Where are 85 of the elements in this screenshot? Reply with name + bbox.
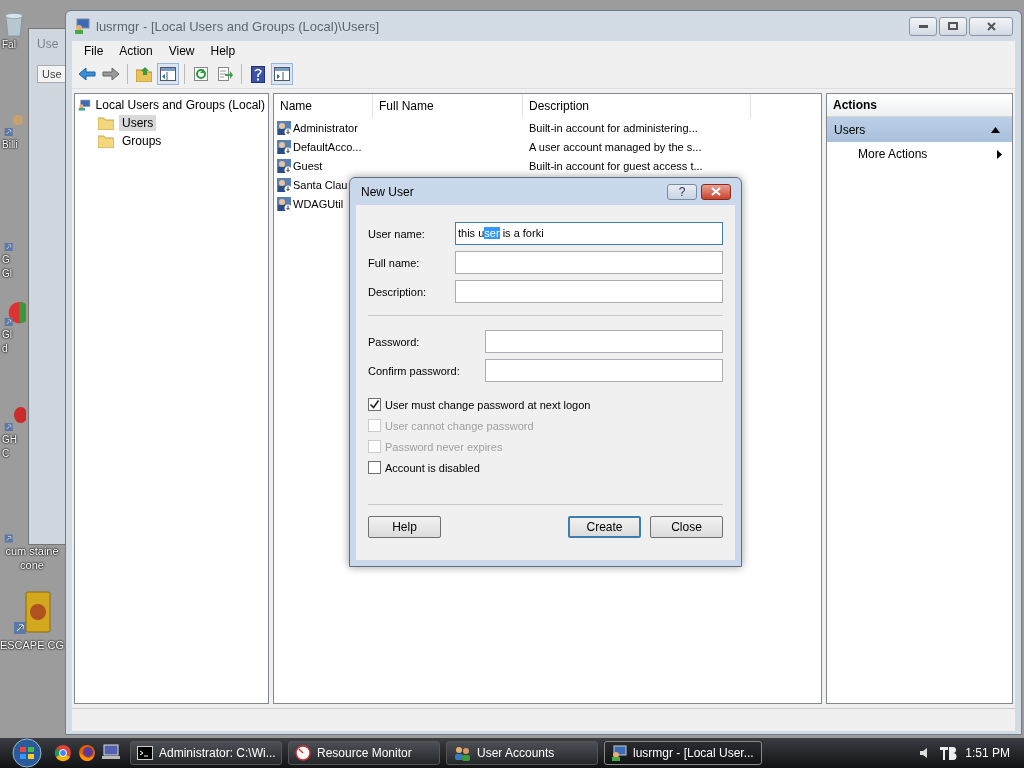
window-title: lusrmgr - [Local Users and Groups (Local)\Users] <box>96 18 380 34</box>
checkbox[interactable] <box>368 461 381 474</box>
field-label: Confirm password: <box>368 364 461 377</box>
minimize-icon[interactable] <box>918 24 928 28</box>
table-cell: Built-in account for guest access t... <box>529 159 703 172</box>
field-label: Full name: <box>368 256 421 269</box>
desktop-icon-label: G <box>2 253 10 267</box>
gauge-icon <box>295 745 311 761</box>
dialog-button[interactable]: Close <box>650 516 723 538</box>
dialog-button[interactable]: Create <box>568 516 641 538</box>
computer-users-icon <box>74 18 90 34</box>
table-cell: Administrator <box>293 121 358 134</box>
computer-users-icon <box>611 745 627 761</box>
users-icon <box>453 745 471 761</box>
input-field[interactable] <box>455 280 723 303</box>
user-icon <box>276 176 292 193</box>
menu-item[interactable]: File <box>76 43 112 58</box>
desktop-icon-label: Gl <box>2 328 12 342</box>
checkbox[interactable] <box>368 398 381 411</box>
firefox-icon[interactable] <box>78 744 96 762</box>
folder-icon <box>98 116 114 130</box>
column-header[interactable]: Name <box>274 94 373 118</box>
menu-item[interactable]: View <box>160 43 203 58</box>
tree-item[interactable]: Local Users and Groups (Local) <box>95 98 265 112</box>
clock[interactable]: 1:51 PM <box>965 746 1010 760</box>
dialog-title: New User <box>361 184 414 199</box>
help-button[interactable]: ? <box>667 183 697 200</box>
maximize-icon[interactable] <box>948 22 958 30</box>
column-header[interactable]: Description <box>523 94 751 118</box>
field-label: User name: <box>368 227 426 240</box>
taskbar-button[interactable]: lusrmgr - [Local User... <box>604 741 762 765</box>
menu-item[interactable]: Help <box>202 43 244 58</box>
actions-section-header[interactable]: Users <box>827 117 1012 142</box>
table-cell: A user account managed by the s... <box>529 140 702 153</box>
desktop-icon-label: GH <box>2 433 17 447</box>
input-field[interactable] <box>485 330 723 353</box>
taskbar-button[interactable]: User Accounts <box>446 741 598 765</box>
tray-app-icon[interactable] <box>939 745 958 761</box>
menu-item[interactable]: Action <box>111 43 161 58</box>
desktop-icon-label: Gl <box>2 267 12 281</box>
field-label: Description: <box>368 285 428 298</box>
user-icon <box>276 195 292 212</box>
table-cell: DefaultAcco... <box>293 140 362 153</box>
taskbar-button[interactable]: Administrator: C:\Wi... <box>130 741 282 765</box>
input-field[interactable] <box>485 359 723 382</box>
tab[interactable]: Use <box>37 65 67 83</box>
user-icon <box>276 138 292 155</box>
tree-item[interactable]: Groups <box>119 133 165 149</box>
field-label: Password: <box>368 335 421 348</box>
close-button[interactable] <box>969 16 1013 36</box>
minimize-button[interactable] <box>909 16 937 36</box>
column-header[interactable]: Full Name <box>373 94 523 118</box>
window-title: Use <box>37 37 60 51</box>
chrome-icon[interactable] <box>54 744 72 762</box>
folder-icon <box>98 134 114 148</box>
console-icon <box>137 746 153 760</box>
user-icon <box>276 157 292 174</box>
checkbox-label: Password never expires <box>385 440 503 453</box>
input-field[interactable] <box>455 251 723 274</box>
table-cell: WDAGUtil <box>293 197 344 210</box>
user-icon <box>276 119 292 136</box>
computer-users-icon <box>78 97 91 113</box>
desktop-icon-label: C <box>2 447 10 461</box>
close-icon[interactable] <box>986 21 996 31</box>
tree-item[interactable]: Users <box>119 115 157 131</box>
dialog-button[interactable]: Help <box>368 516 441 538</box>
collapse-icon[interactable] <box>991 126 1000 133</box>
start-button[interactable] <box>10 738 44 768</box>
desktop-icon-label: ESCAPE CG <box>0 638 65 652</box>
checkbox-label: User cannot change password <box>385 419 534 432</box>
desktop-icon-label: cum staine <box>5 544 59 558</box>
computer-icon[interactable] <box>102 744 120 760</box>
desktop-icon-label: cone <box>20 558 44 572</box>
desktop-icon-label: d <box>2 342 8 356</box>
close-button[interactable] <box>701 183 731 200</box>
maximize-button[interactable] <box>939 16 967 36</box>
table-cell: Santa Clau <box>293 178 348 191</box>
checkbox-label: Account is disabled <box>385 461 480 474</box>
submenu-arrow-icon[interactable] <box>997 149 1002 159</box>
table-cell: Built-in account for administering... <box>529 121 698 134</box>
table-cell: Guest <box>293 159 323 172</box>
desktop-icon-label: Fal <box>2 38 16 52</box>
action-link[interactable]: More Actions <box>858 147 928 161</box>
checkbox-label: User must change password at next logon <box>385 398 591 411</box>
taskbar-button[interactable]: Resource Monitor <box>288 741 440 765</box>
